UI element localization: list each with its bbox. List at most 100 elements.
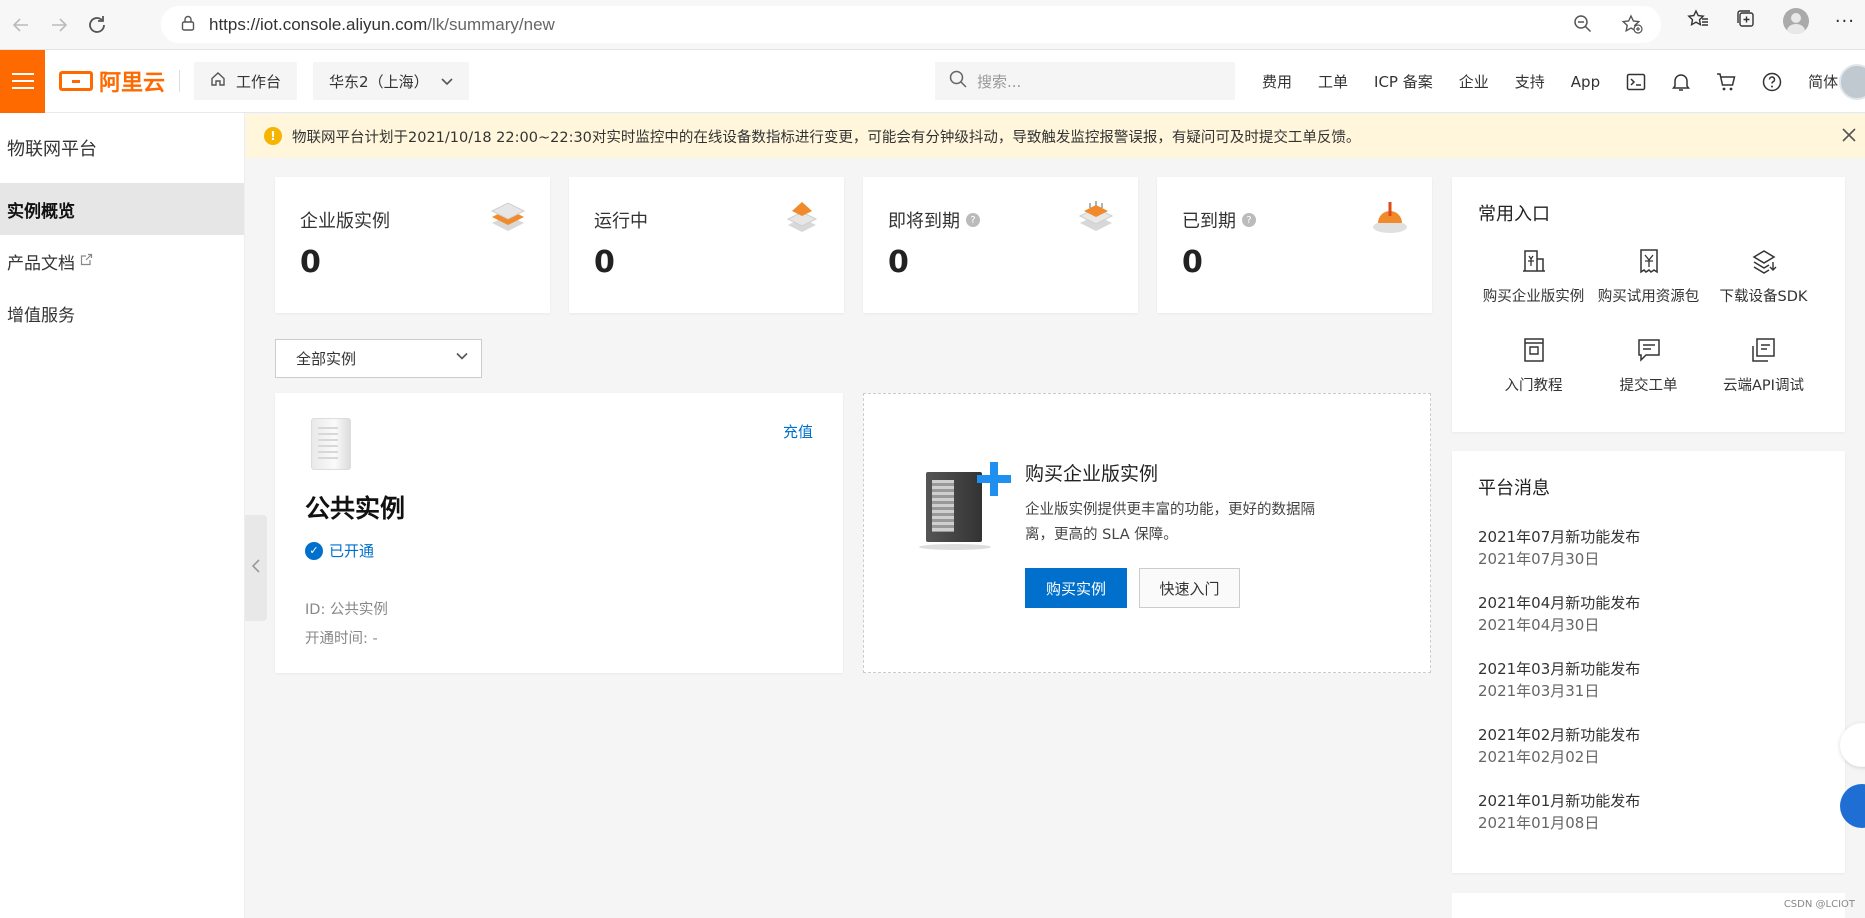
news-item[interactable]: 2021年07月新功能发布 2021年07月30日 xyxy=(1478,527,1640,571)
header-link-billing[interactable]: 费用 xyxy=(1262,71,1292,92)
quick-item-label: 下载设备SDK xyxy=(1719,289,1808,305)
workbench-label: 工作台 xyxy=(236,72,282,91)
console-search-input[interactable]: 搜索... xyxy=(935,62,1235,100)
warning-icon: ! xyxy=(264,127,282,145)
watermark: CSDN @LCIOT xyxy=(1783,899,1855,910)
header-link-icp[interactable]: ICP 备案 xyxy=(1374,71,1433,92)
stat-label-text: 企业版实例 xyxy=(300,211,390,232)
news-title[interactable]: 2021年04月新功能发布 xyxy=(1478,593,1640,613)
stat-card-expired: 已到期? 0 xyxy=(1157,177,1432,313)
announcement-text: 物联网平台计划于2021/10/18 22:00~22:30对实时监控中的在线设… xyxy=(292,129,1361,146)
server-shadow xyxy=(919,544,991,550)
terminal-icon[interactable] xyxy=(1626,73,1646,91)
user-avatar[interactable] xyxy=(1839,64,1865,100)
sidebar-item-instance-overview[interactable]: 实例概览 xyxy=(0,183,244,235)
news-list: 2021年07月新功能发布 2021年07月30日 2021年04月新功能发布 … xyxy=(1478,527,1640,857)
quick-entry-grid: 购买企业版实例 购买试用资源包 下载设备SDK 入门教程 提交工单 云端API调… xyxy=(1476,247,1821,395)
browser-menu-icons: ··· xyxy=(1687,8,1865,34)
buy-instance-button[interactable]: 购买实例 xyxy=(1025,568,1127,608)
news-date: 2021年02月02日 xyxy=(1478,748,1600,766)
stat-label: 已到期? xyxy=(1182,207,1256,233)
cart-icon[interactable] xyxy=(1716,72,1736,92)
forward-arrow-icon[interactable] xyxy=(42,8,76,42)
status-text: 已开通 xyxy=(329,542,375,560)
help-icon[interactable] xyxy=(1762,72,1782,92)
region-selector[interactable]: 华东2（上海） xyxy=(313,62,469,100)
sidebar-collapse-handle[interactable] xyxy=(245,515,267,621)
header-link-app[interactable]: App xyxy=(1571,73,1600,91)
question-icon[interactable]: ? xyxy=(1242,213,1256,227)
more-dots-icon[interactable]: ··· xyxy=(1835,11,1855,32)
yuan-document-icon xyxy=(1639,249,1658,274)
quick-start-button[interactable]: 快速入门 xyxy=(1139,568,1240,608)
check-circle-icon: ✓ xyxy=(305,541,323,560)
layers-download-icon xyxy=(1752,250,1776,274)
news-title[interactable]: 2021年03月新功能发布 xyxy=(1478,659,1640,679)
language-switch[interactable]: 简体 xyxy=(1808,71,1838,92)
collections-icon[interactable] xyxy=(1735,9,1757,33)
workbench-button[interactable]: 工作台 xyxy=(194,62,298,100)
buy-description: 企业版实例提供更丰富的功能，更好的数据隔离，更高的 SLA 保障。 xyxy=(1025,502,1315,543)
question-icon[interactable]: ? xyxy=(966,213,980,227)
header-links: 费用 工单 ICP 备案 企业 支持 App 简体 xyxy=(1262,50,1838,113)
news-item[interactable]: 2021年04月新功能发布 2021年04月30日 xyxy=(1478,593,1640,637)
stat-label-text: 即将到期 xyxy=(888,211,960,232)
filter-value: 全部实例 xyxy=(296,350,357,368)
expired-alert-icon xyxy=(1373,202,1407,233)
quick-item-buy-enterprise[interactable]: 购买企业版实例 xyxy=(1476,247,1591,306)
console-header: 阿里云 工作台 华东2（上海） 搜索... 费用 工单 ICP 备案 企业 支持… xyxy=(0,49,1865,113)
browser-toolbar: https://iot.console.aliyun.com/lk/summar… xyxy=(0,0,1865,50)
header-link-tickets[interactable]: 工单 xyxy=(1318,71,1348,92)
stat-label: 企业版实例 xyxy=(300,207,390,233)
quick-item-tutorial[interactable]: 入门教程 xyxy=(1476,336,1591,395)
profile-avatar[interactable] xyxy=(1782,8,1809,34)
news-item[interactable]: 2021年01月新功能发布 2021年01月08日 xyxy=(1478,791,1640,835)
ticket-icon xyxy=(1637,339,1660,362)
news-title[interactable]: 2021年02月新功能发布 xyxy=(1478,725,1640,745)
header-link-enterprise[interactable]: 企业 xyxy=(1459,71,1489,92)
favorites-icon[interactable] xyxy=(1687,9,1709,33)
address-bar[interactable]: https://iot.console.aliyun.com/lk/summar… xyxy=(161,6,1661,43)
buy-enterprise-card: 购买企业版实例 企业版实例提供更丰富的功能，更好的数据隔离，更高的 SLA 保障… xyxy=(863,393,1431,673)
instance-id: ID: 公共实例 xyxy=(305,602,388,618)
sidebar-item-product-docs[interactable]: 产品文档 xyxy=(0,235,244,287)
buy-building-icon xyxy=(1522,250,1545,272)
refresh-icon[interactable] xyxy=(80,8,114,42)
quick-item-download-sdk[interactable]: 下载设备SDK xyxy=(1706,247,1821,306)
news-date: 2021年07月30日 xyxy=(1478,550,1600,568)
instance-filter-select[interactable]: 全部实例 xyxy=(275,339,482,378)
instance-status: ✓ 已开通 xyxy=(305,540,374,561)
news-date: 2021年03月31日 xyxy=(1478,682,1600,700)
quick-item-submit-ticket[interactable]: 提交工单 xyxy=(1591,336,1706,395)
sidebar-item-label: 实例概览 xyxy=(7,201,75,222)
left-sidebar: 物联网平台 实例概览 产品文档 增值服务 xyxy=(0,113,245,918)
stat-label: 运行中 xyxy=(594,207,648,233)
aliyun-logo[interactable]: 阿里云 xyxy=(59,65,165,97)
zoom-out-icon[interactable] xyxy=(1573,14,1593,38)
back-arrow-icon[interactable] xyxy=(4,8,38,42)
sidebar-item-value-added[interactable]: 增值服务 xyxy=(0,287,244,339)
running-layers-icon xyxy=(786,202,818,232)
panel-title: 平台消息 xyxy=(1478,478,1550,499)
header-link-support[interactable]: 支持 xyxy=(1515,71,1545,92)
quick-item-trial-package[interactable]: 购买试用资源包 xyxy=(1591,247,1706,306)
stack-layers-icon xyxy=(490,202,526,231)
platform-news-panel: 平台消息 2021年07月新功能发布 2021年07月30日 2021年04月新… xyxy=(1452,451,1845,873)
home-icon xyxy=(210,71,226,91)
news-title[interactable]: 2021年01月新功能发布 xyxy=(1478,791,1640,811)
search-placeholder: 搜索... xyxy=(977,72,1022,91)
news-item[interactable]: 2021年02月新功能发布 2021年02月02日 xyxy=(1478,725,1640,769)
add-favorite-icon[interactable] xyxy=(1621,14,1643,38)
close-icon[interactable] xyxy=(1841,124,1857,148)
quick-item-api-debug[interactable]: 云端API调试 xyxy=(1706,336,1821,395)
url-text: https://iot.console.aliyun.com/lk/summar… xyxy=(209,15,555,35)
panel-title: 常用入口 xyxy=(1478,204,1550,225)
hamburger-menu-icon[interactable] xyxy=(0,49,45,113)
quick-item-label: 云端API调试 xyxy=(1723,378,1804,394)
news-title[interactable]: 2021年07月新功能发布 xyxy=(1478,527,1640,547)
bell-icon[interactable] xyxy=(1672,72,1691,92)
url-host: https://iot.console.aliyun.com xyxy=(209,14,428,34)
external-link-icon xyxy=(80,253,93,270)
recharge-link[interactable]: 充值 xyxy=(783,421,813,442)
news-item[interactable]: 2021年03月新功能发布 2021年03月31日 xyxy=(1478,659,1640,703)
